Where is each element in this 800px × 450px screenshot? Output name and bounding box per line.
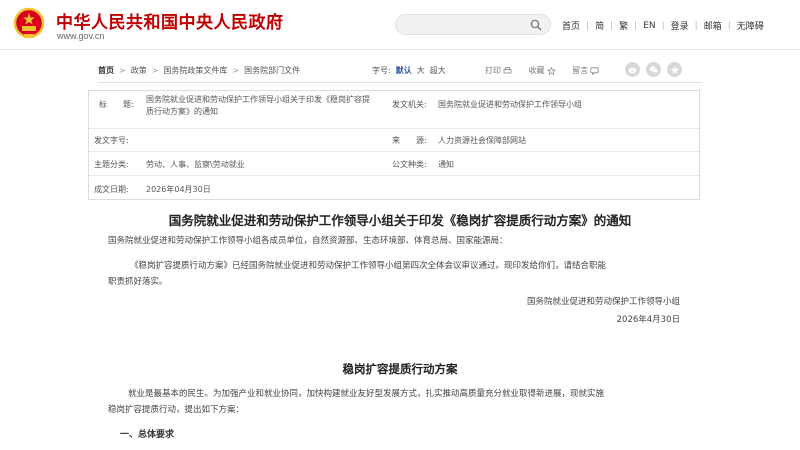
search-box[interactable]	[395, 14, 551, 35]
nav-simplified-link[interactable]: 简	[595, 19, 604, 32]
nav-english-link[interactable]: EN	[643, 21, 655, 31]
header-divider	[0, 49, 800, 50]
nav-home-link[interactable]: 首页	[562, 19, 580, 32]
breadcrumb-divider	[98, 82, 702, 83]
print-label: 打印	[485, 66, 501, 75]
nav-separator: |	[661, 20, 665, 31]
nav-login-link[interactable]: 登录	[671, 19, 689, 32]
document-title: 国务院就业促进和劳动保护工作领导小组关于印发《稳岗扩容提质行动方案》的通知	[168, 213, 632, 228]
sign-date: 2026年4月30日	[616, 315, 680, 325]
date-label: 成文日期:	[94, 185, 129, 194]
site-header: 中华人民共和国中央人民政府 www.gov.cn 首页 | 简 | 繁 | EN…	[0, 0, 800, 48]
nav-separator: |	[727, 20, 731, 31]
font-size-default[interactable]: 默认	[396, 66, 412, 75]
breadcrumb-arrow-icon: >	[232, 66, 240, 75]
breadcrumb-home[interactable]: 首页	[98, 66, 114, 75]
signer: 国务院就业促进和劳动保护工作领导小组	[526, 297, 680, 307]
font-size-switcher: 字号: 默认大超大	[372, 65, 446, 76]
site-url: www.gov.cn	[57, 31, 105, 41]
nav-mail-link[interactable]: 邮箱	[704, 19, 722, 32]
info-row-topic: 主题分类: 劳动、人事、监察\劳动就业 公文种类: 通知	[89, 152, 699, 176]
source-label: 来 源:	[392, 136, 427, 145]
nav-accessibility-link[interactable]: 无障碍	[737, 19, 764, 32]
national-emblem-icon[interactable]	[13, 7, 45, 41]
section-heading: 一、总体要求	[120, 430, 175, 440]
plan-paragraph-line2: 稳岗扩容提质行动，提出如下方案：	[108, 405, 245, 415]
nav-separator: |	[694, 20, 698, 31]
breadcrumb-bar: 首页 > 政策 > 国务院政策文件库 > 国务院部门文件 字号: 默认大超大 打印 收藏 留言	[98, 60, 702, 82]
font-size-label: 字号:	[372, 66, 391, 75]
wechat-icon[interactable]	[646, 62, 661, 77]
breadcrumb-arrow-icon: >	[151, 66, 159, 75]
breadcrumb-department-files[interactable]: 国务院部门文件	[244, 66, 300, 75]
doctype-value: 通知	[438, 160, 454, 169]
print-icon	[503, 66, 512, 73]
print-button[interactable]: 打印	[485, 65, 512, 76]
info-row-date: 成文日期: 2026年04月30日	[89, 176, 699, 200]
title-label: 标 题:	[99, 100, 134, 109]
date-value: 2026年04月30日	[146, 185, 211, 194]
title-value-line2: 质行动方案》的通知	[146, 107, 218, 116]
title-value-line1: 国务院就业促进和劳动保护工作领导小组关于印发《稳岗扩容提	[146, 95, 370, 104]
comment-button[interactable]: 留言	[572, 65, 599, 76]
comment-label: 留言	[572, 66, 589, 75]
share-group	[625, 62, 682, 77]
nav-separator: |	[634, 20, 638, 31]
issuer-label: 发文机关:	[392, 100, 427, 109]
search-icon[interactable]	[530, 19, 542, 31]
document-info-table: 标 题: 国务院就业促进和劳动保护工作领导小组关于印发《稳岗扩容提 质行动方案》…	[88, 90, 700, 200]
info-row-docno: 发文字号: 来 源: 人力资源社会保障部网站	[89, 129, 699, 152]
issuer-value: 国务院就业促进和劳动保护工作领导小组	[438, 100, 582, 109]
breadcrumb: 首页 > 政策 > 国务院政策文件库 > 国务院部门文件	[98, 65, 300, 76]
qzone-icon[interactable]	[667, 62, 682, 77]
font-size-xlarge[interactable]: 超大	[430, 66, 446, 75]
doctype-label: 公文种类:	[392, 160, 427, 169]
breadcrumb-policy[interactable]: 政策	[131, 66, 147, 75]
docno-label: 发文字号:	[94, 136, 129, 145]
topic-value: 劳动、人事、监察\劳动就业	[146, 160, 245, 169]
nav-traditional-link[interactable]: 繁	[619, 19, 628, 32]
nav-separator: |	[586, 20, 590, 31]
top-nav: 首页 | 简 | 繁 | EN | 登录 | 邮箱 | 无障碍	[562, 19, 764, 33]
page-tools: 打印 收藏 留言	[485, 65, 613, 76]
topic-label: 主题分类:	[94, 160, 129, 169]
favorite-label: 收藏	[528, 66, 545, 75]
plan-title: 稳岗扩容提质行动方案	[342, 362, 458, 376]
search-input[interactable]	[406, 18, 526, 32]
star-icon	[546, 66, 556, 75]
site-title[interactable]: 中华人民共和国中央人民政府	[56, 8, 284, 33]
nav-separator: |	[610, 20, 614, 31]
source-value: 人力资源社会保障部网站	[438, 136, 526, 145]
breadcrumb-policy-library[interactable]: 国务院政策文件库	[163, 66, 227, 75]
recipients-paragraph: 国务院就业促进和劳动保护工作领导小组各成员单位，自然资源部、生态环境部、体育总局…	[108, 236, 508, 246]
plan-paragraph-line1: 就业是最基本的民生。为加强产业和就业协同，加快构建就业友好型发展方式，扎实推动高…	[128, 389, 605, 399]
body-paragraph-line2: 职责抓好落实。	[108, 277, 168, 287]
favorite-button[interactable]: 收藏	[529, 65, 556, 76]
weibo-icon[interactable]	[625, 62, 640, 77]
breadcrumb-arrow-icon: >	[119, 66, 126, 75]
comment-icon	[590, 66, 599, 75]
font-size-large[interactable]: 大	[417, 66, 425, 75]
body-paragraph-line1: 《稳岗扩容提质行动方案》已经国务院就业促进和劳动保护工作领导小组第四次全体会议审…	[130, 261, 607, 271]
info-row-title: 标 题: 国务院就业促进和劳动保护工作领导小组关于印发《稳岗扩容提 质行动方案》…	[89, 91, 699, 129]
